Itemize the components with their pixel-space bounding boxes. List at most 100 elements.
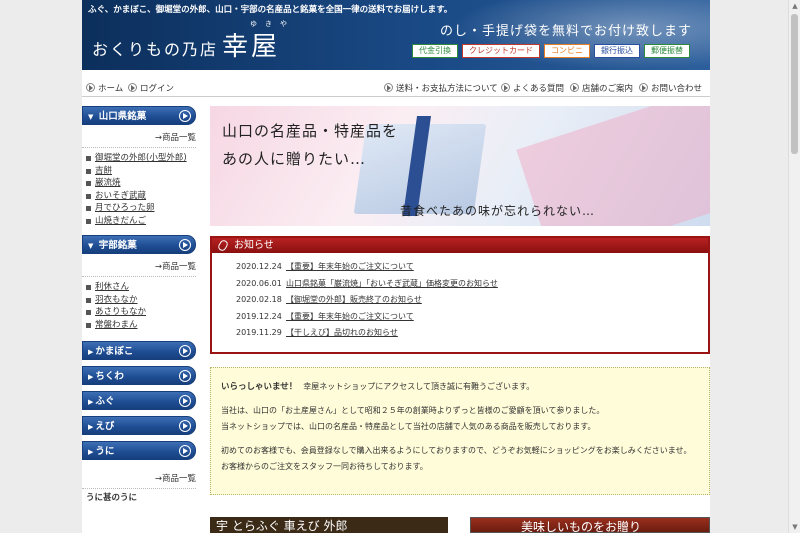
list-item: 巌流焼	[86, 177, 196, 190]
arrow-circle-icon	[179, 110, 191, 122]
site-logo[interactable]: おくりもの乃店 幸屋	[92, 26, 280, 63]
arrow-icon	[384, 83, 393, 92]
news-link[interactable]: 山口県銘菓「巌流焼」「おいそぎ武蔵」価格変更のお知らせ	[286, 279, 498, 288]
news-list: 2020.12.24 【重要】年末年始のご注文について 2020.06.01 山口県銘…	[212, 253, 708, 344]
site-tagline: ふぐ、かまぼこ、御堀堂の外郎、山口・宇部の名産品と銘菓を全国一律の送料でお届けし…	[88, 5, 453, 15]
category-yamaguchi[interactable]: 山口県銘菓	[82, 106, 196, 125]
nav-shipping-link[interactable]: 送料・お支払方法について	[384, 82, 498, 94]
site-header: ふぐ、かまぼこ、御堀堂の外郎、山口・宇部の名産品と銘菓を全国一律の送料でお届けし…	[82, 0, 710, 70]
sidebar-product-link[interactable]: あさりもなか	[95, 307, 146, 317]
news-item: 2020.12.24 【重要】年末年始のご注文について	[236, 261, 708, 278]
news-date: 2019.12.24	[236, 311, 282, 321]
sidebar-product-link[interactable]: 月でひろった卵	[95, 203, 155, 213]
news-panel: お知らせ 2020.12.24 【重要】年末年始のご注文について 2020.06.0…	[210, 236, 710, 354]
news-link[interactable]: 【重要】年末年始のご注文について	[286, 262, 414, 271]
arrow-circle-icon	[179, 239, 191, 251]
arrow-circle-icon	[179, 345, 191, 357]
uni-jin-link[interactable]: うに甚のうに	[86, 493, 137, 503]
yamaguchi-item-list: 御堀堂の外郎(小型外郎) 吉餅巌流焼おいそぎ武蔵 月でひろった卵 山焼きだんご	[82, 147, 196, 231]
promo-text: のし・手提げ袋を無料でお付け致します	[440, 24, 693, 39]
sidebar-product-link[interactable]: 常盤わまん	[95, 320, 138, 330]
category-1[interactable]: ちくわ	[82, 366, 196, 385]
news-item: 2020.06.01 山口県銘菓「巌流焼」「おいそぎ武蔵」価格変更のお知らせ	[236, 278, 708, 295]
sidebar-product-link[interactable]: 利休さん	[95, 282, 129, 292]
sidebar-product-link[interactable]: 羽衣もなか	[95, 295, 138, 305]
list-item: 山焼きだんご	[86, 215, 196, 228]
list-item: おいそぎ武蔵	[86, 190, 196, 203]
category-3[interactable]: えび	[82, 416, 196, 435]
list-item: 羽衣もなか	[86, 294, 196, 307]
payment-badge: 代金引換	[412, 44, 458, 58]
payment-badge: クレジットカード	[462, 44, 540, 58]
top-nav: ホーム ログイン 送料・お支払方法について よくある質問 店舗のご案内 お問い合…	[82, 79, 710, 97]
welcome-line-2: 当社は、山口の「お土産屋さん」として昭和２５年の創業時よりずっと皆様のご愛顧を頂…	[221, 406, 605, 415]
scrollbar[interactable]: ▲ ▼	[788, 0, 800, 533]
nav-stores-link[interactable]: 店舗のご案内	[570, 82, 633, 94]
sidebar: 山口県銘菓 →商品一覧 御堀堂の外郎(小型外郎) 吉餅巌流焼おいそぎ武蔵月でひろっ…	[82, 106, 196, 503]
arrow-icon	[501, 83, 510, 92]
news-item: 2019.11.29 【干しえび】品切れのお知らせ	[236, 327, 708, 344]
list-item: 御堀堂の外郎(小型外郎)	[86, 152, 196, 165]
news-date: 2020.12.24	[236, 262, 282, 271]
payment-badges: 代金引換 クレジットカード コンビニ 銀行振込 郵便振替	[412, 44, 690, 58]
sidebar-product-link[interactable]: 巌流焼	[95, 178, 121, 188]
sidebar-product-link[interactable]: おいそぎ武蔵	[95, 191, 146, 201]
news-link[interactable]: 【重要】年末年始のご注文について	[286, 312, 414, 321]
welcome-line-4: 初めてのお客様でも、会員登録なしで購入出来るようにしておりますので、どうぞお気軽…	[221, 446, 692, 455]
news-link[interactable]: 【干しえび】品切れのお知らせ	[286, 328, 398, 337]
payment-badge: コンビニ	[544, 44, 590, 58]
arrow-icon	[128, 83, 137, 92]
hero-banner: 山口の名産品・特産品を あの人に贈りたい… 昔食べたあの味が忘れられない…	[210, 106, 710, 226]
arrow-icon	[639, 83, 648, 92]
sidebar-product-link[interactable]: 吉餅	[95, 166, 112, 176]
category-2[interactable]: ふぐ	[82, 391, 196, 410]
sidebar-product-link[interactable]: 御堀堂の外郎(小型外郎)	[95, 153, 187, 163]
list-item: 常盤わまん	[86, 319, 196, 332]
gift-banner[interactable]: 美味しいものをお贈り	[470, 517, 710, 533]
nav-faq-link[interactable]: よくある質問	[501, 82, 564, 94]
news-header: お知らせ	[212, 238, 708, 253]
payment-badge: 銀行振込	[594, 44, 640, 58]
banner-headline-1: 山口の名産品・特産品を	[222, 122, 399, 140]
payment-badge: 郵便振替	[644, 44, 690, 58]
scroll-down-icon[interactable]: ▼	[790, 522, 800, 532]
uni-more-link[interactable]: →商品一覧	[155, 474, 196, 484]
page: ふぐ、かまぼこ、御堀堂の外郎、山口・宇部の名産品と銘菓を全国一律の送料でお届けし…	[82, 0, 710, 533]
news-link[interactable]: 【御堀堂の外郎】販売終了のお知らせ	[286, 295, 422, 304]
news-item: 2019.12.24 【重要】年末年始のご注文について	[236, 311, 708, 328]
arrow-circle-icon	[179, 445, 191, 457]
sidebar-product-link[interactable]: 山焼きだんご	[95, 216, 146, 226]
news-date: 2019.11.29	[236, 328, 282, 337]
welcome-line-1: 幸屋ネットショップにアクセスして頂き誠に有難うございます。	[303, 382, 535, 391]
nav-login-link[interactable]: ログイン	[128, 82, 174, 94]
ube-more-link[interactable]: →商品一覧	[155, 262, 196, 272]
arrow-icon	[86, 83, 95, 92]
logo-small-text: おくりもの乃店	[92, 40, 219, 59]
news-item: 2020.02.18 【御堀堂の外郎】販売終了のお知らせ	[236, 294, 708, 311]
list-item: 利休さん	[86, 281, 196, 294]
arrow-circle-icon	[179, 370, 191, 382]
arrow-icon	[570, 83, 579, 92]
banner-headline-2: あの人に贈りたい…	[222, 150, 367, 168]
welcome-lead: いらっしゃいませ！	[221, 382, 298, 392]
scrollbar-thumb[interactable]	[791, 14, 798, 154]
welcome-line-3: 当ネットショップでは、山口の名産品・特産品として当社の店舗で人気のある商品を販売…	[221, 422, 596, 431]
list-item: あさりもなか	[86, 306, 196, 319]
nav-contact-link[interactable]: お問い合わせ	[639, 82, 702, 94]
welcome-box: いらっしゃいませ！ 幸屋ネットショップにアクセスして頂き誠に有難うございます。 当…	[210, 367, 710, 495]
list-item: 月でひろった卵	[86, 202, 196, 215]
arrow-circle-icon	[179, 420, 191, 432]
yamaguchi-more-link[interactable]: →商品一覧	[155, 133, 196, 143]
arrow-circle-icon	[179, 395, 191, 407]
category-4[interactable]: うに	[82, 441, 196, 460]
ube-item-list: 利休さん羽衣もなかあさりもなか 常盤わまん	[82, 276, 196, 335]
paperclip-icon	[216, 238, 230, 253]
category-0[interactable]: かまぼこ	[82, 341, 196, 360]
news-date: 2020.02.18	[236, 295, 282, 304]
scroll-up-icon[interactable]: ▲	[790, 1, 800, 11]
nav-home-link[interactable]: ホーム	[86, 82, 123, 94]
list-item: 吉餅	[86, 165, 196, 178]
category-ube[interactable]: 宇部銘菓	[82, 235, 196, 254]
products-banner[interactable]: 宇 とらふぐ 車えび 外郎	[210, 517, 448, 533]
closed-categories: かまぼこちくわふぐえびうに	[82, 341, 196, 460]
